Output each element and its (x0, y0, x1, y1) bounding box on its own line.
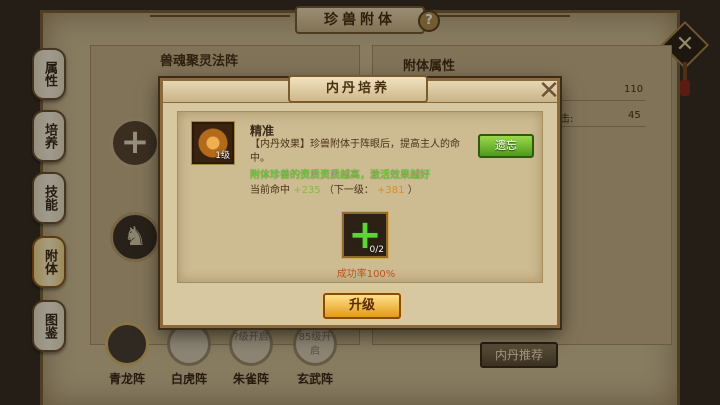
core-tip: 附体珍兽的资质资质越高，激活效果越好 (250, 170, 430, 181)
dialog-body: 1级 精准 【内丹效果】珍兽附体于阵眼后，提高主人的命中。 附体珍兽的资质资质越… (177, 111, 543, 283)
current-label: 当前命中 (250, 185, 290, 196)
core-description: 【内丹效果】珍兽附体于阵眼后，提高主人的命中。 (250, 139, 460, 164)
current-value: +235 (293, 185, 321, 196)
next-label: （下一级： (323, 185, 374, 196)
close-icon[interactable]: ✕ (535, 77, 563, 105)
upgrade-button[interactable]: 升级 (323, 293, 401, 319)
material-slot[interactable]: + 0/2 (341, 211, 389, 259)
core-training-dialog: 内丹培养 ✕ 1级 精准 【内丹效果】珍兽附体于阵眼后，提高主人的命中。 附体珍… (160, 75, 563, 328)
material-count: 0/2 (369, 245, 384, 255)
dialog-title: 内丹培养 (288, 75, 428, 103)
core-level-badge: 1级 (215, 151, 230, 161)
success-rate: 成功率100% (336, 269, 396, 280)
forget-button[interactable]: 遗忘 (478, 134, 534, 158)
next-value: +381 (377, 185, 405, 196)
core-name: 精准 (250, 124, 275, 138)
next-close: ） (407, 185, 418, 196)
core-current-effect: 当前命中 +235 （下一级： +381 ） (250, 181, 418, 196)
core-item-icon[interactable]: 1级 (191, 121, 235, 165)
